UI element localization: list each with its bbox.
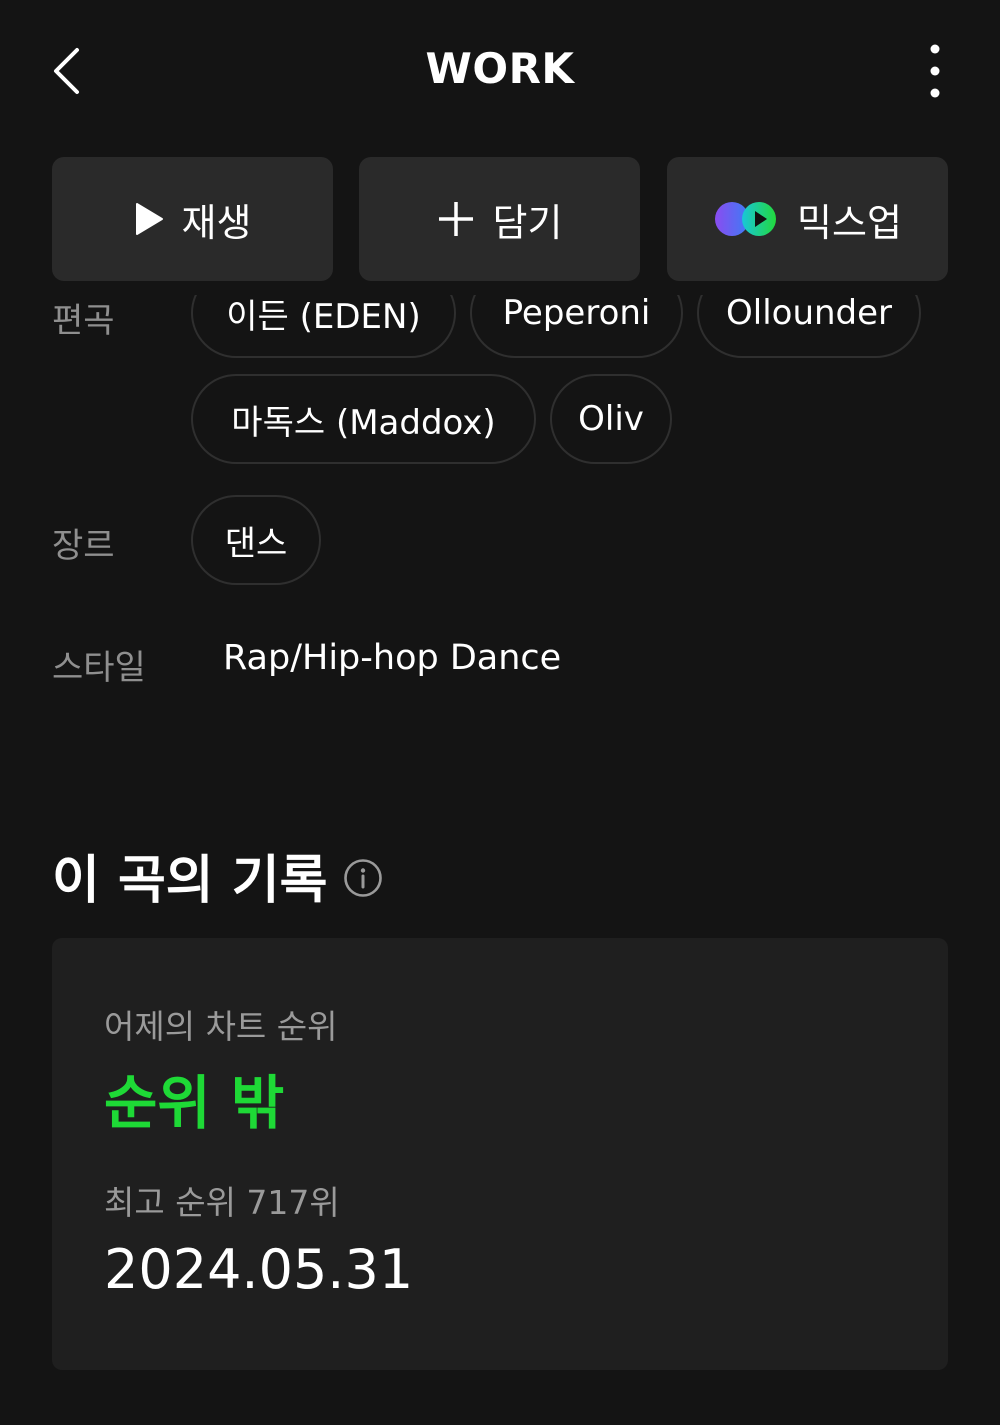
mixup-icon: [713, 200, 779, 238]
mixup-label: 믹스업: [797, 200, 902, 245]
best-rank-label: 최고 순위 717위: [104, 1183, 340, 1222]
style-value: Rap/Hip-hop Dance: [223, 638, 562, 678]
genre-chip[interactable]: 댄스: [191, 495, 321, 585]
add-to-playlist-button[interactable]: 담기: [359, 157, 640, 281]
page-title: WORK: [425, 44, 575, 93]
arranger-chip-oliv[interactable]: Oliv: [550, 374, 672, 464]
arranger-chip-maddox[interactable]: 마독스 (Maddox): [191, 374, 536, 464]
yesterday-chart-label: 어제의 차트 순위: [104, 1007, 338, 1046]
play-button[interactable]: 재생: [52, 157, 333, 281]
arrangement-label: 편곡: [52, 301, 115, 341]
plus-icon: [437, 200, 475, 238]
record-section-title: 이 곡의 기록: [52, 851, 328, 911]
chart-record-card: 어제의 차트 순위 순위 밖 최고 순위 717위 2024.05.31: [52, 938, 948, 1370]
genre-label: 장르: [52, 526, 115, 566]
play-label: 재생: [181, 200, 252, 245]
info-icon[interactable]: [341, 856, 385, 900]
more-vertical-icon: [929, 44, 941, 102]
action-bar: 재생 담기 믹스업: [0, 145, 1000, 295]
mixup-button[interactable]: 믹스업: [667, 157, 948, 281]
style-label: 스타일: [52, 648, 146, 688]
top-app-bar: WORK: [0, 0, 1000, 145]
best-rank-date: 2024.05.31: [104, 1238, 414, 1301]
yesterday-rank-value: 순위 밖: [104, 1069, 285, 1137]
more-options-button[interactable]: [908, 40, 962, 106]
add-label: 담기: [492, 200, 563, 245]
play-icon: [134, 202, 164, 236]
record-section-header: 이 곡의 기록: [52, 838, 385, 913]
